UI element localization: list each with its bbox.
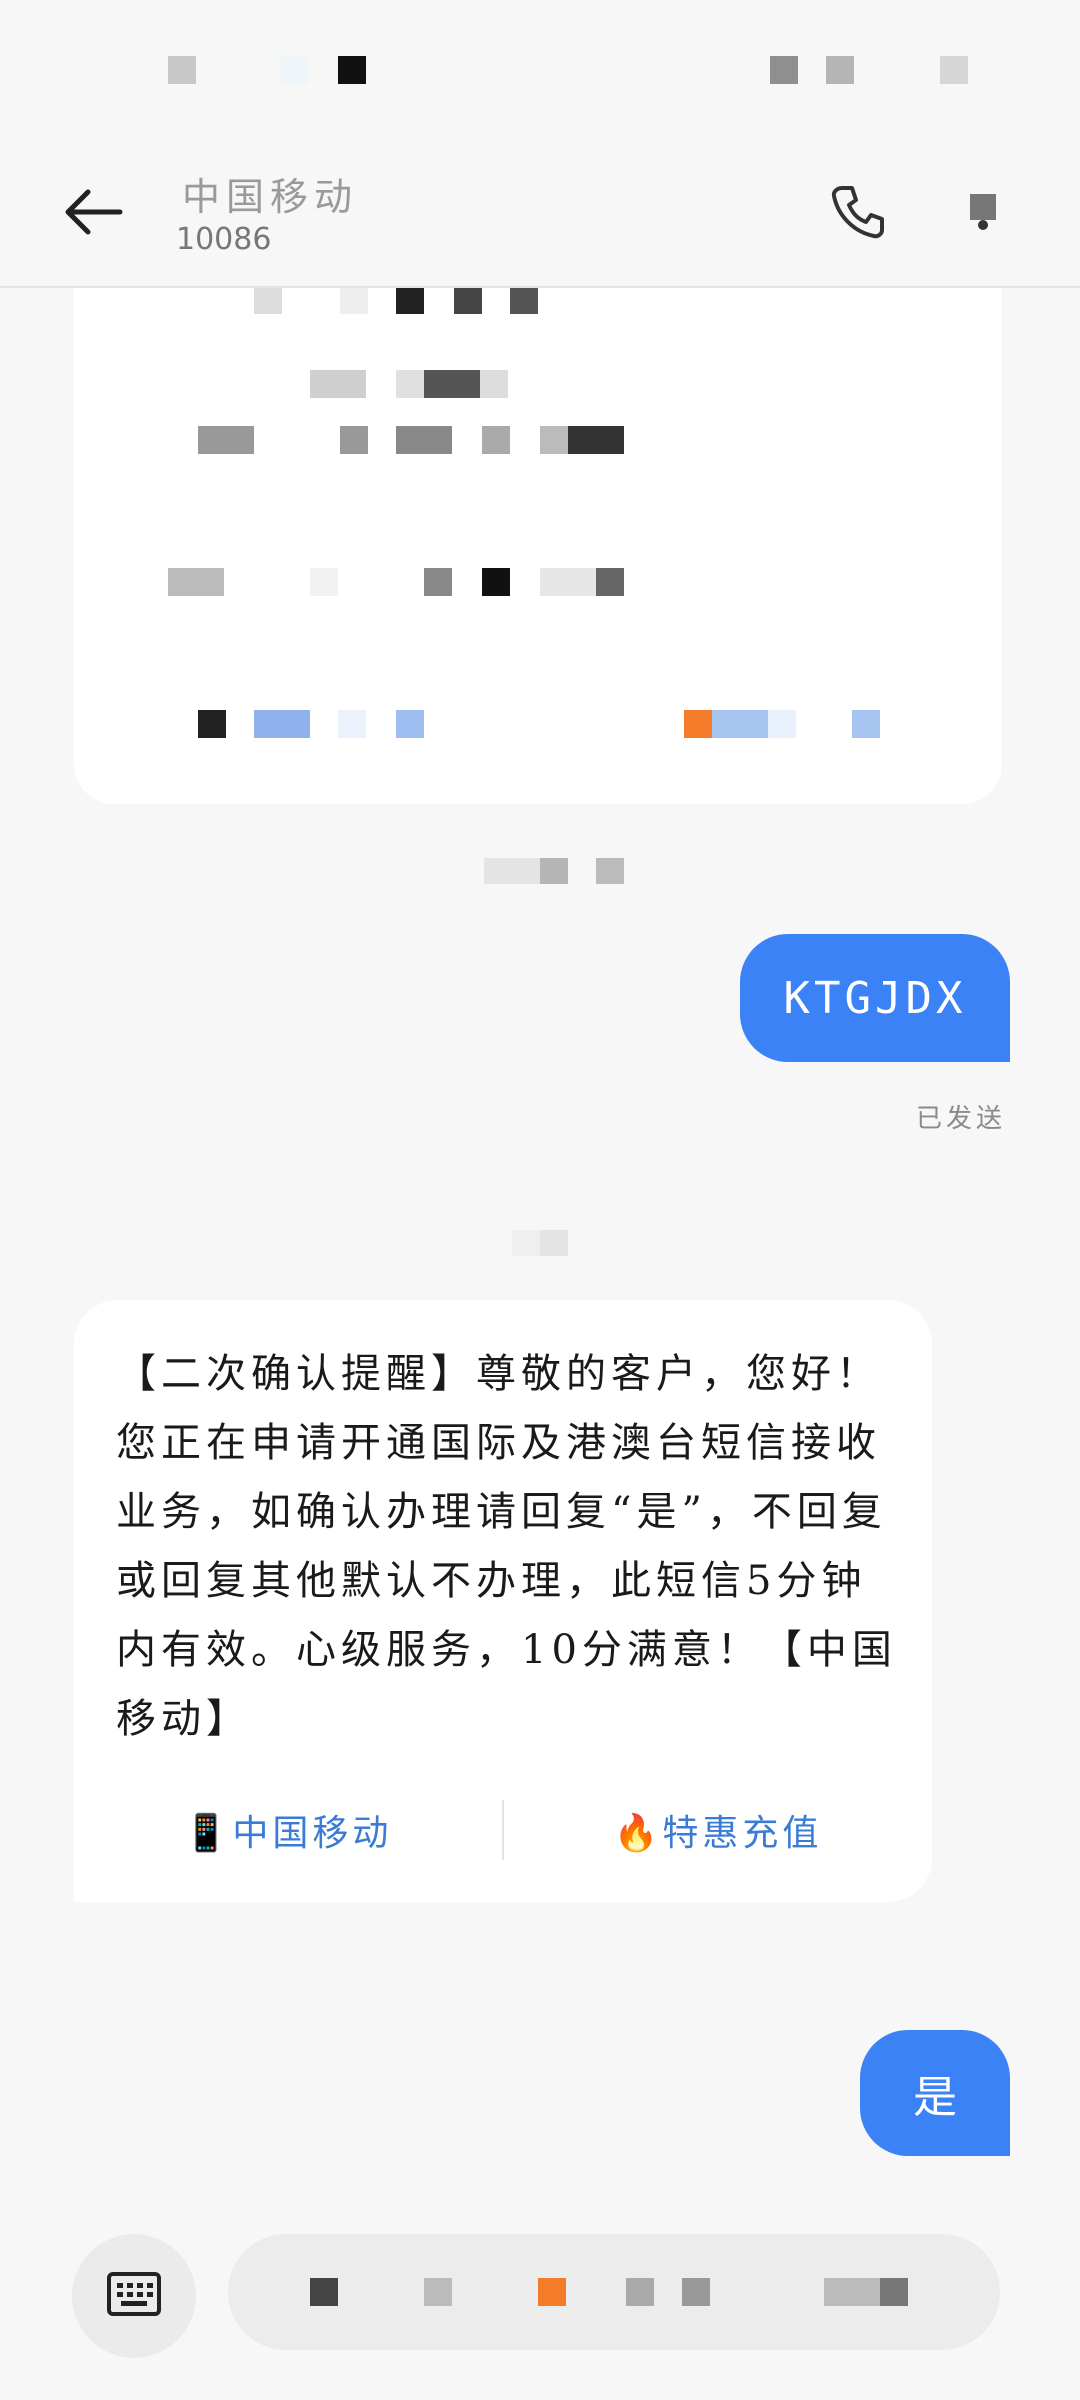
redacted-block — [682, 2278, 710, 2306]
redacted-block — [824, 2278, 880, 2306]
redacted-block — [396, 710, 424, 738]
redacted-block — [480, 370, 508, 398]
sent-message-text: 是 — [913, 2072, 957, 2123]
redacted-block — [424, 568, 452, 596]
redacted-block — [540, 568, 596, 596]
sent-message-bubble[interactable]: 是 — [860, 2030, 1010, 2156]
redacted-block — [684, 710, 712, 738]
received-message-card[interactable]: 【二次确认提醒】尊敬的客户，您好！您正在申请开通国际及港澳台短信接收业务，如确认… — [74, 1300, 932, 1902]
redacted-block — [768, 710, 796, 738]
redacted-block — [340, 426, 368, 454]
redacted-block — [540, 858, 568, 884]
redacted-block — [310, 370, 366, 398]
link-label: 中国移动 — [232, 1813, 393, 1854]
redacted-block — [254, 288, 282, 314]
redacted-block — [482, 568, 510, 596]
redacted-block — [540, 1230, 568, 1256]
sent-status: 已发送 — [915, 1104, 1006, 1134]
redacted-block — [310, 2278, 338, 2306]
redacted-block — [484, 858, 540, 884]
redacted-block — [424, 370, 480, 398]
redacted-block — [852, 710, 880, 738]
status-block — [770, 56, 798, 84]
message-card-redacted — [74, 288, 1002, 804]
redacted-block — [396, 370, 424, 398]
phone-icon[interactable] — [828, 182, 888, 242]
keyboard-button[interactable] — [72, 2234, 196, 2358]
keyboard-icon — [106, 2271, 162, 2321]
redacted-block — [168, 568, 224, 596]
redacted-block — [396, 288, 424, 314]
redacted-block — [198, 710, 226, 738]
status-block — [280, 56, 308, 84]
redacted-block — [396, 426, 452, 454]
contact-number: 10086 — [176, 222, 272, 257]
status-block — [168, 56, 196, 84]
status-block — [338, 56, 366, 84]
redacted-block — [538, 2278, 566, 2306]
link-special-recharge[interactable]: 🔥特惠充值 — [504, 1804, 932, 1856]
status-block — [826, 56, 854, 84]
redacted-block — [540, 426, 568, 454]
fire-icon: 🔥 — [613, 1813, 663, 1854]
redacted-block — [198, 426, 254, 454]
quick-reply-bar[interactable] — [228, 2234, 1000, 2350]
redacted-block — [338, 710, 366, 738]
redacted-block — [712, 710, 768, 738]
link-china-mobile[interactable]: 📱中国移动 — [74, 1804, 502, 1856]
status-block — [940, 56, 968, 84]
redacted-block — [510, 288, 538, 314]
redacted-block — [482, 426, 510, 454]
back-arrow-icon[interactable] — [60, 188, 130, 236]
sent-message-text: KTGJDX — [783, 972, 967, 1024]
redacted-block — [568, 426, 624, 454]
redacted-block — [310, 568, 338, 596]
link-label: 特惠充值 — [662, 1813, 823, 1854]
conversation-header: 中国移动 10086 — [0, 130, 1080, 288]
redacted-block — [424, 2278, 452, 2306]
mobile-phone-icon: 📱 — [183, 1813, 233, 1854]
redacted-block — [340, 288, 368, 314]
redacted-block — [596, 568, 624, 596]
redacted-block — [454, 288, 482, 314]
redacted-block — [626, 2278, 654, 2306]
sent-message-bubble[interactable]: KTGJDX — [740, 934, 1010, 1062]
message-quick-links: 📱中国移动 🔥特惠充值 — [74, 1788, 932, 1872]
received-message-text: 【二次确认提醒】尊敬的客户，您好！您正在申请开通国际及港澳台短信接收业务，如确认… — [116, 1351, 897, 1742]
more-icon[interactable] — [968, 192, 998, 232]
redacted-block — [596, 858, 624, 884]
status-bar — [0, 0, 1080, 130]
redacted-block — [254, 710, 310, 738]
contact-name: 中国移动 — [182, 175, 359, 219]
redacted-block — [880, 2278, 908, 2306]
